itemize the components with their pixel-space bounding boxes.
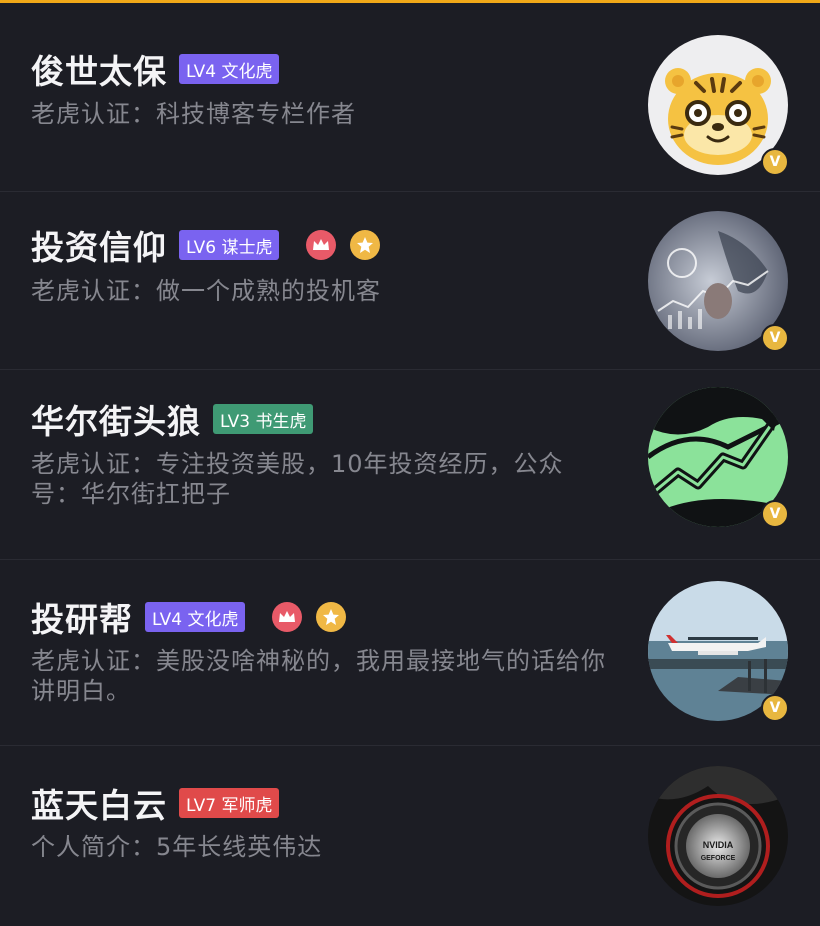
star-medal-icon[interactable]: [316, 602, 347, 632]
name-line: 俊世太保 LV4 文化虎: [31, 45, 280, 93]
user-description: 老虎认证：做一个成熟的投机客: [31, 277, 381, 305]
verified-badge-icon: V: [761, 500, 789, 528]
level-badge: LV7 军师虎: [179, 788, 280, 818]
verified-badge-icon: V: [761, 694, 789, 722]
user-description: 老虎认证：科技博客专栏作者: [31, 100, 356, 128]
user-name[interactable]: 俊世太保: [31, 45, 167, 93]
verified-badge-icon: V: [761, 324, 789, 352]
user-description: 个人简介：5年长线英伟达: [31, 833, 323, 861]
geforce-logo-text: GEFORCE: [701, 855, 736, 862]
user-row[interactable]: 投研帮 LV4 文化虎 老虎认证：美股没啥神秘的，我用最接地气的话给你讲明白。: [0, 560, 820, 746]
user-row[interactable]: 蓝天白云 LV7 军师虎 个人简介：5年长线英伟达 NVIDIA GEFORCE: [0, 746, 820, 926]
crown-medal-icon[interactable]: [306, 230, 337, 260]
level-badge: LV4 文化虎: [179, 54, 280, 84]
level-badge: LV6 谋士虎: [179, 230, 280, 260]
verified-badge-icon: V: [761, 148, 789, 176]
geforce-logo-avatar-icon: NVIDIA GEFORCE: [648, 766, 788, 906]
user-row[interactable]: 俊世太保 LV4 文化虎 老虎认证：科技博客专栏作者 V: [0, 14, 820, 192]
crown-medal-icon[interactable]: [272, 602, 303, 632]
user-name[interactable]: 蓝天白云: [31, 779, 167, 827]
user-name[interactable]: 华尔街头狼: [31, 395, 201, 443]
user-description: 老虎认证：美股没啥神秘的，我用最接地气的话给你讲明白。: [31, 647, 606, 705]
top-accent-bar: [0, 0, 820, 3]
name-line: 投研帮 LV4 文化虎: [31, 593, 347, 641]
level-badge: LV4 文化虎: [145, 602, 246, 632]
name-line: 蓝天白云 LV7 军师虎: [31, 779, 280, 827]
level-badge: LV3 书生虎: [213, 404, 314, 434]
user-list: 俊世太保 LV4 文化虎 老虎认证：科技博客专栏作者 V 投资信仰 LV6 谋士…: [0, 14, 820, 926]
nvidia-logo-text: NVIDIA: [703, 840, 734, 850]
star-medal-icon[interactable]: [350, 230, 381, 260]
user-row[interactable]: 华尔街头狼 LV3 书生虎 老虎认证：专注投资美股，10年投资经历，公众号：华尔…: [0, 370, 820, 560]
user-name[interactable]: 投研帮: [31, 593, 133, 641]
name-line: 华尔街头狼 LV3 书生虎: [31, 395, 314, 443]
user-name[interactable]: 投资信仰: [31, 221, 167, 269]
user-description: 老虎认证：专注投资美股，10年投资经历，公众号：华尔街扛把子: [31, 450, 564, 508]
name-line: 投资信仰 LV6 谋士虎: [31, 221, 381, 269]
avatar[interactable]: NVIDIA GEFORCE: [648, 766, 788, 906]
user-row[interactable]: 投资信仰 LV6 谋士虎 老虎认证：做一个成熟的投机客 V: [0, 192, 820, 370]
